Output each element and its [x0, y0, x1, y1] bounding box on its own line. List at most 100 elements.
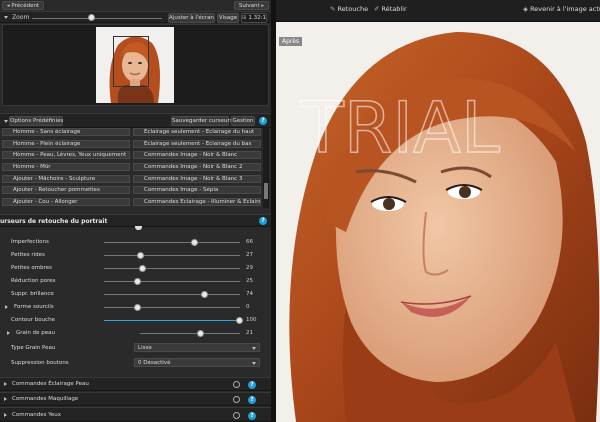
zoom-header: Zoom Ajuster à l'écran Visage ⊞ 1.32:1 [0, 11, 271, 23]
preview-image[interactable]: TRIAL Après [276, 22, 600, 422]
skin-lighting-commands-header[interactable]: Commandes Éclairage Peau ? [0, 377, 271, 391]
preset-item[interactable]: Ajouter - Retoucher pommettes [2, 186, 130, 194]
preset-item[interactable]: Homme - Plein éclairage [2, 140, 130, 148]
restore-brush-icon: ✐ [374, 5, 380, 13]
face-view-button[interactable]: Visage [217, 13, 239, 23]
slider-label: Grain de peau [16, 330, 56, 336]
preset-item[interactable]: Commandes Image - Noir & Blanc 2 [133, 163, 261, 171]
slider-value: 0 [246, 304, 250, 310]
left-panel: ◂ Précédent Suivant ▸ Zoom Ajuster à l'é… [0, 0, 271, 422]
zoom-slider-knob[interactable] [88, 14, 95, 21]
expand-icon[interactable] [4, 382, 7, 386]
save-sliders-button[interactable]: Sauvegarder curseurs [171, 116, 233, 126]
pimple-removal-label: Suppression boutons [11, 360, 69, 366]
navigator-viewport-box[interactable] [113, 36, 149, 87]
pimple-removal-select[interactable]: 0 Désactivé [134, 358, 260, 367]
preset-item[interactable]: Éclairage seulement - Éclairage du haut [133, 128, 261, 136]
slider-knob[interactable] [236, 317, 243, 324]
power-icon[interactable] [233, 396, 240, 403]
revert-button[interactable]: ◈ Revenir à l'image actuelle [523, 5, 600, 13]
slider-track[interactable] [104, 268, 240, 269]
preset-item[interactable]: Commandes Image - Sépia [133, 186, 261, 194]
preset-item[interactable]: Commandes Éclairage - Illuminer & Éclair… [133, 198, 261, 206]
slider-knob[interactable] [134, 304, 141, 311]
presets-dropdown[interactable]: Options Prédéfinies [9, 116, 63, 126]
manage-button[interactable]: Gestion [231, 116, 255, 126]
slider-track[interactable] [104, 255, 240, 256]
next-button[interactable]: Suivant ▸ [234, 1, 269, 10]
help-icon[interactable]: ? [248, 396, 256, 404]
preset-item[interactable]: Éclairage seulement - Éclairage du bas [133, 140, 261, 148]
preset-item[interactable]: Homme - Peau, Lèvres, Yeux uniquement [2, 151, 130, 159]
slider-label: Petites rides [11, 252, 45, 258]
preset-item[interactable]: Commandes Image - Noir & Blanc [133, 151, 261, 159]
slider-label: Imperfections [11, 239, 49, 245]
preset-item[interactable]: Commandes Image - Noir & Blanc 3 [133, 175, 261, 183]
makeup-commands-header[interactable]: Commandes Maquillage ? [0, 392, 271, 406]
slider-knob[interactable] [201, 291, 208, 298]
navigator-thumbnail[interactable] [96, 27, 174, 103]
slider-value: 66 [246, 239, 253, 245]
grain-type-label: Type Grain Peau [11, 345, 56, 351]
presets-list: Homme - Sans éclairage Homme - Plein écl… [0, 128, 271, 210]
slider-knob[interactable] [191, 239, 198, 246]
preset-item[interactable]: Homme - Sans éclairage [2, 128, 130, 136]
help-icon[interactable]: ? [259, 217, 267, 225]
power-icon[interactable] [233, 412, 240, 419]
slider-track[interactable] [104, 294, 240, 295]
slider-value: 29 [246, 265, 253, 271]
help-icon[interactable]: ? [248, 412, 256, 420]
preset-item[interactable]: Homme - Mûr [2, 163, 130, 171]
after-badge: Après [279, 37, 303, 46]
restore-button[interactable]: ✐ Rétablir [374, 5, 407, 13]
expand-icon[interactable] [4, 413, 7, 417]
slider-track[interactable] [140, 333, 240, 334]
zoom-ratio-select[interactable]: ⊞ 1.32:1 [241, 13, 267, 23]
slider-value: 27 [246, 252, 253, 258]
layers-icon: ◈ [523, 5, 528, 13]
help-icon[interactable]: ? [248, 381, 256, 389]
power-icon[interactable] [233, 381, 240, 388]
slider-knob[interactable] [134, 278, 141, 285]
slider-label: Réduction pores [11, 278, 56, 284]
slider-track[interactable] [104, 320, 240, 321]
slider-label: Suppr. brillance [11, 291, 54, 297]
zoom-title: Zoom [12, 14, 30, 21]
slider-knob[interactable] [197, 330, 204, 337]
brush-icon: ✎ [330, 5, 336, 13]
retouch-button[interactable]: ✎ Retouche [330, 5, 368, 13]
chevron-down-icon [252, 362, 256, 365]
expand-icon[interactable] [4, 397, 7, 401]
slider-knob[interactable] [139, 265, 146, 272]
slider-label: Contour bouche [11, 317, 55, 323]
slider-label: Forme sourcils [14, 304, 54, 310]
top-toolbar: ✎ Retouche ✐ Rétablir ◈ Revenir à l'imag… [276, 0, 600, 22]
expand-icon[interactable] [7, 331, 10, 335]
previous-button[interactable]: ◂ Précédent [2, 1, 44, 10]
preview-panel: ✎ Retouche ✐ Rétablir ◈ Revenir à l'imag… [276, 0, 600, 422]
slider-label: Petites ombres [11, 265, 52, 271]
slider-value: 100 [246, 317, 257, 323]
slider-knob[interactable] [137, 252, 144, 259]
preset-item[interactable]: Ajouter - Mâchoire - Sculpture [2, 175, 130, 183]
grain-type-select[interactable]: Lisse [134, 343, 260, 352]
portrait-image: TRIAL [276, 22, 600, 422]
slider-track[interactable] [104, 242, 240, 243]
trial-watermark: TRIAL [300, 87, 500, 169]
slider-value: 25 [246, 278, 253, 284]
navigator-area [2, 24, 269, 106]
slider-value: 21 [246, 330, 253, 336]
collapse-icon[interactable] [4, 16, 8, 19]
partial-knob [135, 226, 142, 230]
slider-track[interactable] [104, 307, 240, 308]
eyes-commands-header[interactable]: Commandes Yeux ? [0, 407, 271, 422]
presets-scrollbar[interactable] [263, 128, 269, 208]
zoom-slider-track[interactable] [32, 18, 162, 19]
scrollbar-thumb[interactable] [264, 183, 268, 199]
collapse-icon[interactable] [4, 120, 8, 123]
slider-track[interactable] [104, 281, 240, 282]
expand-icon[interactable] [5, 305, 8, 309]
preset-item[interactable]: Ajouter - Cou - Allonger [2, 198, 130, 206]
help-icon[interactable]: ? [259, 117, 267, 125]
fit-screen-button[interactable]: Ajuster à l'écran [168, 13, 215, 23]
